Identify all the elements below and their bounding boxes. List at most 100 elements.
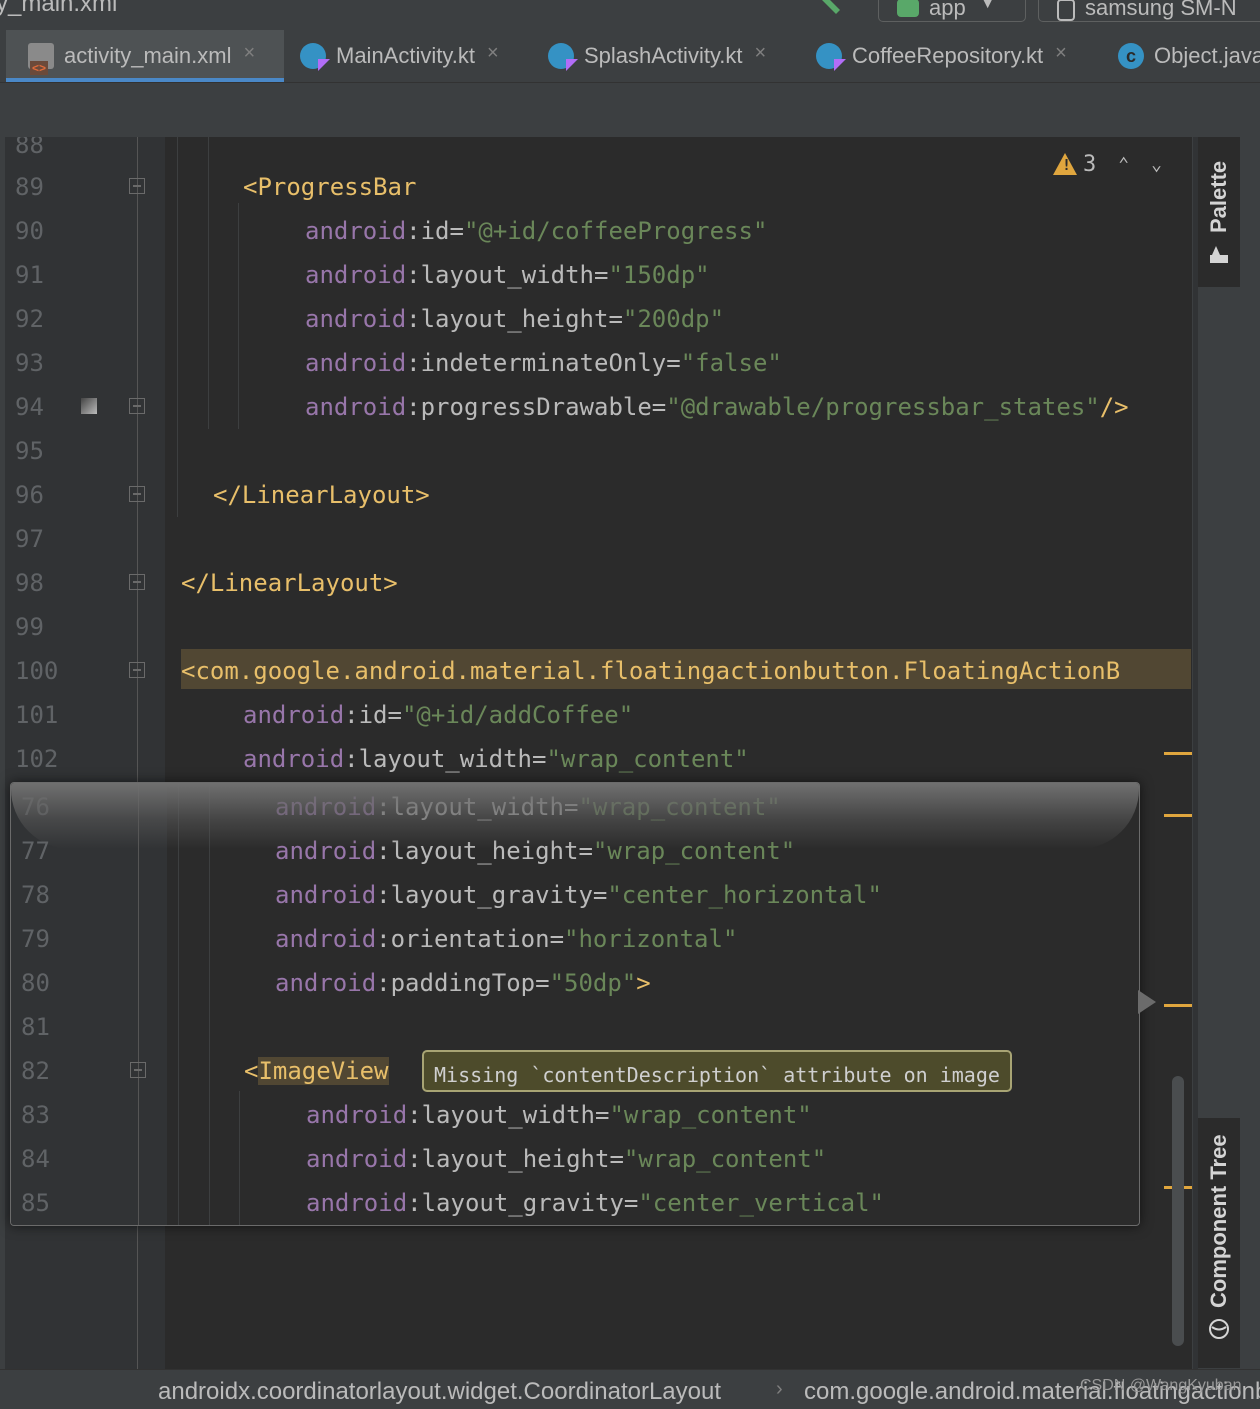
line-number: 83 <box>21 1101 50 1129</box>
line-number: 89 <box>15 173 44 201</box>
code-line: 96 </LinearLayout> <box>5 473 1193 517</box>
line-number: 92 <box>15 305 44 333</box>
fold-marker-icon[interactable] <box>130 1062 146 1078</box>
fold-marker-icon[interactable] <box>129 486 145 502</box>
run-config-selector[interactable]: app ▼ <box>878 0 1026 22</box>
xml-file-icon <box>28 43 54 75</box>
xml-attribute: android:layout_width="150dp" <box>305 261 710 289</box>
code-line: 98 </LinearLayout> <box>5 561 1193 605</box>
warning-count: 3 <box>1083 151 1097 177</box>
close-icon[interactable]: × <box>487 42 499 65</box>
line-number: 88 <box>15 137 44 159</box>
code-line: 94 android:progressDrawable="@drawable/p… <box>5 385 1193 429</box>
breadcrumb-chevron-icon: › <box>776 1378 783 1400</box>
code-line: 92 android:layout_height="200dp" <box>5 297 1193 341</box>
title-bar: y_main.xml app ▼ samsung SM-N <box>0 0 1260 30</box>
xml-attribute: android:layout_width="wrap_content" <box>243 745 749 773</box>
line-number: 93 <box>15 349 44 377</box>
popup-code-line: 83 android:layout_width="wrap_content" <box>11 1093 1139 1137</box>
code-line: 102 android:layout_width="wrap_content" <box>5 737 1193 781</box>
device-selector[interactable]: samsung SM-N <box>1038 0 1260 22</box>
tab-label: CoffeeRepository.kt <box>852 43 1044 68</box>
popup-code-line: 78 android:layout_gravity="center_horizo… <box>11 873 1139 917</box>
popup-code-line: 76 android:layout_width="wrap_content" <box>11 785 1139 829</box>
close-icon[interactable]: × <box>243 42 255 65</box>
tab-splashactivity-kt[interactable]: SplashActivity.kt × <box>534 30 800 82</box>
xml-attribute: android:layout_height="200dp" <box>305 305 725 333</box>
build-hammer-icon[interactable] <box>818 0 858 16</box>
code-line: 90 android:id="@+id/coffeeProgress" <box>5 209 1193 253</box>
palette-label: Palette <box>1206 160 1231 233</box>
code-line: 95 <box>5 429 1193 473</box>
line-number: 95 <box>15 437 44 465</box>
popup-code-line: 80 android:paddingTop="50dp"> <box>11 961 1139 1005</box>
xml-tag: </LinearLayout> <box>213 481 430 509</box>
kotlin-class-icon <box>300 43 326 69</box>
android-app-icon <box>897 0 919 17</box>
next-highlight-arrow-icon[interactable]: ⌄ <box>1151 154 1162 175</box>
tab-coffeerepository-kt[interactable]: CoffeeRepository.kt × <box>802 30 1100 82</box>
previous-highlight-arrow-icon[interactable]: ⌃ <box>1118 154 1129 175</box>
xml-attribute: android:layout_width="wrap_content" <box>306 1101 812 1129</box>
tab-mainactivity-kt[interactable]: MainActivity.kt × <box>286 30 530 82</box>
xml-tag: </LinearLayout> <box>181 569 398 597</box>
line-number: 78 <box>21 881 50 909</box>
component-tree-tool-tab[interactable]: Component Tree <box>1198 1118 1240 1368</box>
line-number: 81 <box>21 1013 50 1041</box>
line-number: 102 <box>15 745 59 773</box>
warning-stripe-mark[interactable] <box>1164 814 1192 817</box>
line-number: 91 <box>15 261 44 289</box>
globe-icon <box>1208 1318 1230 1340</box>
xml-attribute: android:layout_height="wrap_content" <box>306 1145 827 1173</box>
line-number: 76 <box>21 793 50 821</box>
popup-code-line: 84 android:layout_height="wrap_content" <box>11 1137 1139 1181</box>
breadcrumb-item[interactable]: androidx.coordinatorlayout.widget.Coordi… <box>158 1378 721 1406</box>
vertical-scrollbar[interactable] <box>1172 1076 1184 1346</box>
xml-attribute: android:id="@+id/coffeeProgress" <box>305 217 768 245</box>
xml-attribute: android:layout_height="wrap_content" <box>275 837 796 865</box>
line-number: 99 <box>15 613 44 641</box>
tab-activity-main-xml[interactable]: activity_main.xml × <box>6 30 284 82</box>
line-number: 94 <box>15 393 44 421</box>
inspection-widget[interactable]: 3 ⌃ ⌄ <box>1053 151 1189 181</box>
fold-marker-icon[interactable] <box>129 398 145 414</box>
code-line: 99 <box>5 605 1193 649</box>
palette-tool-tab[interactable]: Palette <box>1198 137 1240 287</box>
close-icon[interactable]: × <box>1055 42 1067 65</box>
xml-attribute: android:layout_gravity="center_vertical" <box>306 1189 884 1217</box>
chevron-down-icon: ▼ <box>979 0 996 12</box>
line-number: 80 <box>21 969 50 997</box>
code-line: 91 android:layout_width="150dp" <box>5 253 1193 297</box>
warning-stripe-mark[interactable] <box>1164 1004 1192 1007</box>
device-icon <box>1057 0 1075 21</box>
line-number: 98 <box>15 569 44 597</box>
window-title: y_main.xml <box>0 0 118 17</box>
close-icon[interactable]: × <box>755 42 767 65</box>
popup-code-line: 77 android:layout_height="wrap_content" <box>11 829 1139 873</box>
run-config-label: app <box>929 0 966 20</box>
fold-marker-icon[interactable] <box>129 662 145 678</box>
warning-icon <box>1053 153 1077 175</box>
code-line: 89 <ProgressBar <box>5 165 1193 209</box>
line-number: 85 <box>21 1189 50 1217</box>
line-number: 79 <box>21 925 50 953</box>
device-label: samsung SM-N <box>1085 0 1237 20</box>
java-class-icon: c <box>1118 43 1144 69</box>
code-line: 97 <box>5 517 1193 561</box>
tab-label: MainActivity.kt <box>336 43 475 68</box>
context-peek-popup[interactable]: 76 android:layout_width="wrap_content" 7… <box>10 782 1140 1226</box>
line-number: 97 <box>15 525 44 553</box>
warning-stripe-mark[interactable] <box>1164 752 1192 755</box>
line-number: 96 <box>15 481 44 509</box>
watermark: CSDN @WangKyuban <box>1080 1377 1242 1394</box>
lint-tooltip: Missing `contentDescription` attribute o… <box>422 1050 1012 1092</box>
xml-tag: <ProgressBar <box>243 173 417 201</box>
fold-marker-icon[interactable] <box>129 574 145 590</box>
drawable-preview-icon[interactable] <box>81 398 97 414</box>
tab-object-java[interactable]: c Object.java <box>1104 30 1260 82</box>
line-number: 84 <box>21 1145 50 1173</box>
popup-code-line: 85 android:layout_gravity="center_vertic… <box>11 1181 1139 1225</box>
xml-attribute: android:layout_width="wrap_content" <box>275 793 781 821</box>
code-line: 100 <com.google.android.material.floatin… <box>5 649 1193 693</box>
fold-marker-icon[interactable] <box>129 178 145 194</box>
